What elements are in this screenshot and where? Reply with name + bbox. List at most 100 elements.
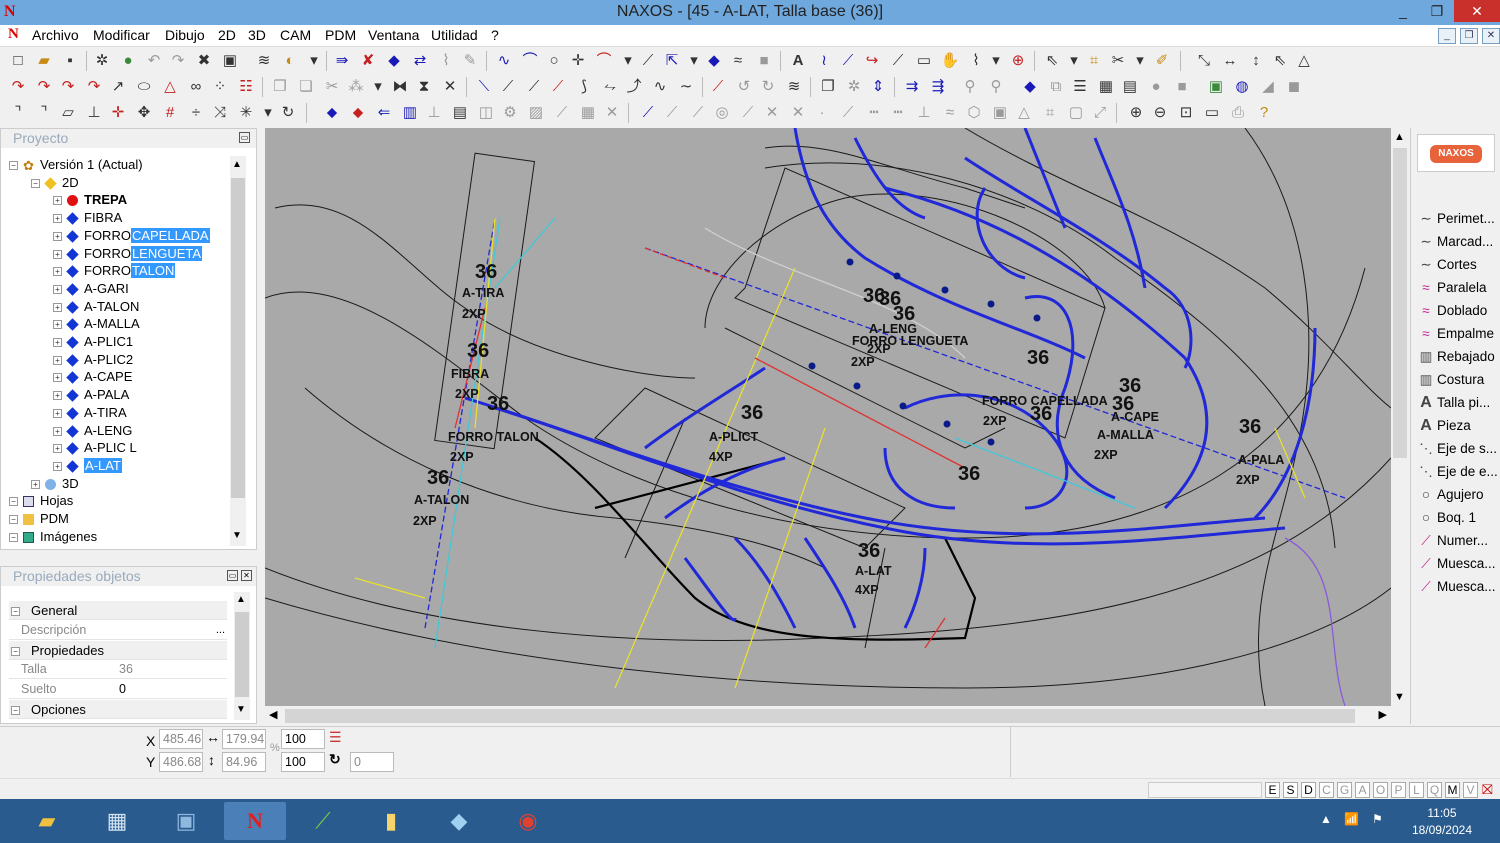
knife-icon[interactable]: ⟋ — [708, 77, 728, 97]
table-icon[interactable]: ▦ — [1096, 77, 1116, 97]
zoom-window-icon[interactable]: ⊡ — [1176, 103, 1196, 123]
zoom-in-icon[interactable]: ⊕ — [1126, 103, 1146, 123]
crosshair-icon[interactable]: ✛ — [568, 51, 588, 71]
property-value[interactable]: 0 — [119, 680, 126, 699]
dash2-icon[interactable]: ┅ — [888, 103, 908, 123]
tree-item[interactable]: + A-PLIC2 — [53, 351, 133, 368]
tool-item[interactable]: A Pieza — [1417, 415, 1500, 437]
tool-item[interactable]: ▥ Rebajado — [1417, 346, 1500, 368]
dropdown-icon[interactable]: ▾ — [986, 51, 1006, 71]
scale-lock-icon[interactable]: ☰ — [329, 729, 342, 746]
arc-tool-icon[interactable]: ↷ — [8, 77, 28, 97]
line-b-icon[interactable]: ⟋ — [498, 77, 518, 97]
canvas-horizontal-scrollbar[interactable]: ◀ ▶ — [265, 706, 1391, 726]
calculator-icon[interactable]: ▦ — [86, 802, 148, 840]
mirror-icon[interactable]: ⇄ — [410, 51, 430, 71]
loop-icon[interactable]: ∞ — [186, 77, 206, 97]
canvas-vertical-scrollbar[interactable]: ▲ ▼ — [1391, 128, 1409, 706]
expand-toggle-icon[interactable]: + — [53, 426, 62, 436]
line-a-icon[interactable]: ⟍ — [474, 77, 494, 97]
tree-item[interactable]: + A-PLIC1 — [53, 333, 133, 350]
align-icon[interactable]: ☰ — [1070, 77, 1090, 97]
flag-icon[interactable]: ⚑ — [1372, 812, 1383, 826]
dropdown-icon[interactable]: ▾ — [1064, 51, 1084, 71]
tree-item[interactable]: + A-LAT — [53, 457, 122, 474]
stamp-icon[interactable]: ● — [1146, 77, 1166, 97]
zigzag-icon[interactable]: ⌇ — [966, 51, 986, 71]
copy-icon[interactable]: ❐ — [270, 77, 290, 97]
rectangle-icon[interactable]: ▭ — [914, 51, 934, 71]
scroll-down-icon[interactable]: ▼ — [236, 704, 246, 715]
tree-item[interactable]: + A-LENG — [53, 422, 132, 439]
picture-icon[interactable]: ▣ — [1206, 77, 1226, 97]
expand-toggle-icon[interactable]: − — [9, 532, 18, 542]
tree-item[interactable]: + A-PLIC L — [53, 439, 137, 456]
ruler-icon[interactable]: ⌗ — [1084, 51, 1104, 71]
menu-2d[interactable]: 2D — [218, 27, 236, 43]
dropdown-icon[interactable]: ▾ — [368, 77, 388, 97]
snap-toggle-c[interactable]: C — [1319, 782, 1334, 798]
snap-toggle-d[interactable]: D — [1301, 782, 1316, 798]
properties-scrollbar[interactable]: ▲ ▼ — [234, 592, 250, 720]
tool-item[interactable]: ⟋ Numer... — [1417, 530, 1500, 552]
arc4-tool-icon[interactable]: ↷ — [84, 77, 104, 97]
gear2-icon[interactable]: ⚙ — [500, 103, 520, 123]
flip-v-icon[interactable]: ⧗ — [414, 77, 434, 97]
move-cross-icon[interactable]: ✥ — [134, 103, 154, 123]
pin-icon[interactable]: ⊕ — [1008, 51, 1028, 71]
scale-y-field[interactable]: 100 — [281, 752, 325, 772]
move-icon[interactable]: ⇛ — [332, 51, 352, 71]
mdi-minimize-button[interactable]: _ — [1438, 28, 1456, 44]
divide-icon[interactable]: ÷ — [186, 103, 206, 123]
flip-h-icon[interactable]: ⧓ — [390, 77, 410, 97]
network-signal-icon[interactable]: 📶 — [1344, 812, 1359, 826]
file-explorer-icon[interactable]: ▰ — [16, 802, 78, 840]
diag-icon[interactable]: ⟋ — [552, 103, 572, 123]
magic-icon[interactable]: ✐ — [1152, 51, 1172, 71]
offset-icon[interactable]: ≀ — [814, 51, 834, 71]
select-icon[interactable]: ⇱ — [662, 51, 682, 71]
curve-c-icon[interactable]: ⤴ — [624, 77, 644, 97]
text-icon[interactable]: A — [788, 51, 808, 71]
measure-icon[interactable]: ⤡ — [1194, 51, 1214, 71]
expand-toggle-icon[interactable]: + — [53, 249, 62, 259]
tool-item[interactable]: ⋱ Eje de e... — [1417, 461, 1500, 483]
expand-toggle-icon[interactable]: + — [53, 302, 62, 312]
menu-utilidad[interactable]: Utilidad — [431, 27, 478, 43]
cross-red-icon[interactable]: ✛ — [108, 103, 128, 123]
print-icon[interactable]: ⎙ — [1228, 103, 1248, 123]
tri2-icon[interactable]: △ — [1014, 103, 1034, 123]
tool-item[interactable]: ⟋ Muesca... — [1417, 576, 1500, 598]
curve-e-icon[interactable]: ∼ — [676, 77, 696, 97]
hash-icon[interactable]: # — [160, 103, 180, 123]
scissor-icon[interactable]: ✂ — [1108, 51, 1128, 71]
diag6-icon[interactable]: ⤢ — [1090, 103, 1110, 123]
curve-d-icon[interactable]: ∿ — [650, 77, 670, 97]
perp-icon[interactable]: ⊥ — [914, 103, 934, 123]
point-icon[interactable]: ◆ — [704, 51, 724, 71]
dropdown-icon[interactable]: ▾ — [1130, 51, 1150, 71]
expand-toggle-icon[interactable]: + — [53, 196, 62, 206]
grade-icon[interactable]: ▥ — [400, 103, 420, 123]
tree-item[interactable]: − Hojas — [9, 492, 73, 509]
wave-icon[interactable]: ≈ — [728, 51, 748, 71]
shape-icon[interactable]: ◼ — [1284, 77, 1304, 97]
image-icon[interactable]: ▤ — [1120, 77, 1140, 97]
save-icon[interactable]: ▪ — [60, 51, 80, 71]
expand-toggle-icon[interactable]: + — [53, 267, 62, 277]
trace-icon[interactable]: ⌇ — [436, 51, 456, 71]
curve-icon[interactable]: ⌒ — [520, 51, 540, 71]
corner-b-icon[interactable]: ⌝ — [34, 103, 54, 123]
dash-icon[interactable]: ┅ — [864, 103, 884, 123]
redo-icon[interactable]: ↷ — [168, 51, 188, 71]
link-icon[interactable]: ⧉ — [1046, 77, 1066, 97]
wave3-icon[interactable]: ≈ — [940, 103, 960, 123]
table2-icon[interactable]: ▤ — [450, 103, 470, 123]
hook-icon[interactable]: ↪ — [862, 51, 882, 71]
tree-item[interactable]: − ✿ Versión 1 (Actual) — [9, 156, 143, 173]
dropdown-icon[interactable]: ▾ — [618, 51, 638, 71]
frame-icon[interactable]: ⌗ — [1040, 103, 1060, 123]
expand-toggle-icon[interactable]: + — [53, 355, 62, 365]
tool-item[interactable]: ⋱ Eje de s... — [1417, 438, 1500, 460]
snap-toggle-a[interactable]: A — [1355, 782, 1370, 798]
